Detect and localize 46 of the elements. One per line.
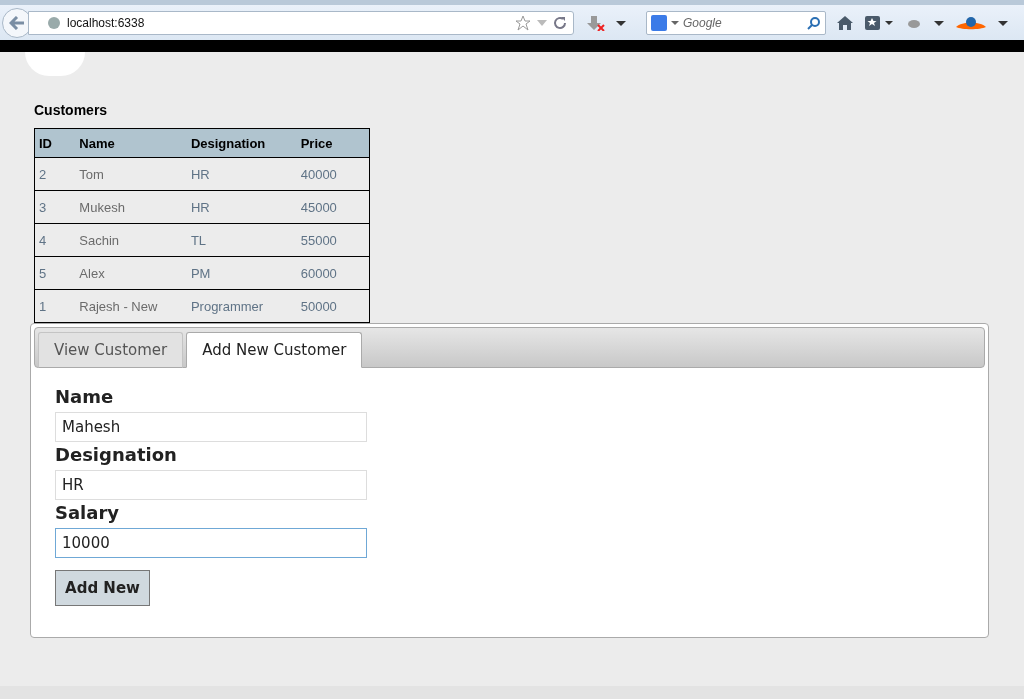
table-cell: HR bbox=[186, 190, 297, 224]
table-cell: HR bbox=[186, 157, 297, 191]
back-arrow-icon bbox=[9, 15, 25, 30]
globe-icon bbox=[47, 15, 61, 30]
dropdown-icon[interactable] bbox=[671, 19, 679, 26]
add-button[interactable]: Add New bbox=[55, 570, 150, 606]
table-cell: Sachin bbox=[75, 223, 187, 257]
table-cell: TL bbox=[186, 223, 297, 257]
table-title: Customers bbox=[34, 102, 109, 118]
address-bar[interactable]: localhost:6338 bbox=[28, 10, 574, 35]
reload-icon[interactable] bbox=[553, 15, 567, 30]
column-header: Price bbox=[296, 128, 370, 158]
table-cell: PM bbox=[186, 256, 297, 290]
tab[interactable]: Add New Customer bbox=[186, 332, 363, 368]
column-header: Name bbox=[75, 128, 187, 158]
table-cell: 5 bbox=[34, 256, 76, 290]
table-cell: 1 bbox=[34, 289, 76, 323]
table-cell: 3 bbox=[34, 190, 76, 224]
table-cell: 2 bbox=[34, 157, 76, 191]
column-header: Designation bbox=[186, 128, 297, 158]
search-field[interactable]: Google bbox=[646, 10, 826, 35]
search-placeholder: Google bbox=[683, 15, 723, 30]
field-label: Designation bbox=[55, 444, 178, 467]
field-label: Name bbox=[55, 386, 115, 409]
field-label: Salary bbox=[55, 502, 121, 525]
table-cell: 55000 bbox=[296, 223, 370, 257]
input-field[interactable]: Mahesh bbox=[55, 412, 367, 442]
search-icon[interactable] bbox=[807, 15, 821, 30]
column-header: ID bbox=[34, 128, 76, 158]
home-icon[interactable] bbox=[836, 14, 854, 31]
table-cell: Alex bbox=[75, 256, 187, 290]
input-field[interactable]: HR bbox=[55, 470, 367, 500]
star-icon[interactable] bbox=[515, 14, 531, 31]
table-cell: Rajesh - New bbox=[75, 289, 187, 323]
tab[interactable]: View Customer bbox=[38, 332, 184, 368]
table-cell: 60000 bbox=[296, 256, 370, 290]
bookmarks-icon[interactable] bbox=[864, 14, 894, 31]
input-field[interactable]: 10000 bbox=[55, 528, 367, 558]
table-cell: Tom bbox=[75, 157, 187, 191]
table-cell: Programmer bbox=[186, 289, 297, 323]
table-cell: Mukesh bbox=[75, 190, 187, 224]
table-cell: 4 bbox=[34, 223, 76, 257]
table-cell: 50000 bbox=[296, 289, 370, 323]
table-cell: 45000 bbox=[296, 190, 370, 224]
table-cell: 40000 bbox=[296, 157, 370, 191]
url-text: localhost:6338 bbox=[67, 15, 146, 30]
